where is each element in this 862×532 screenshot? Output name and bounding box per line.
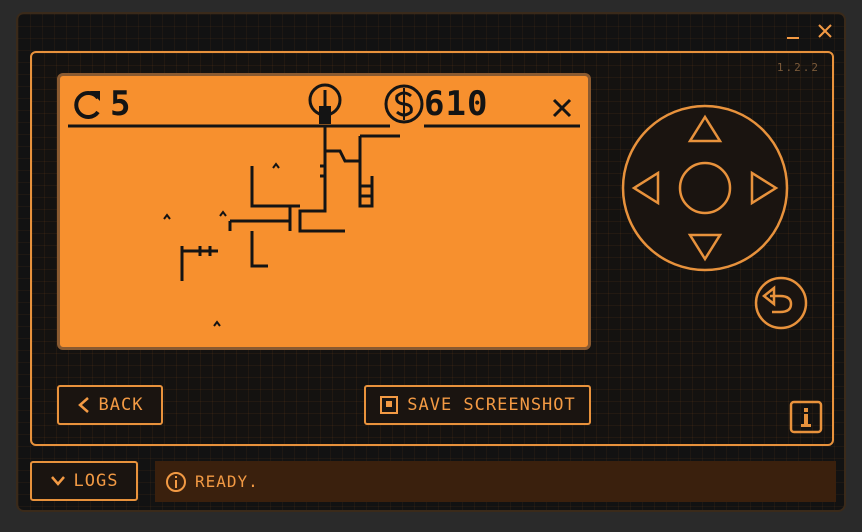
maze-map [68,106,580,327]
save-label: SAVE SCREENSHOT [407,395,576,415]
info-icon [166,471,186,492]
version-label: 1.2.2 [776,61,820,74]
status-bar: READY. [155,461,836,502]
app-window: 1.2.2 5 610 BACK SAVE SCREENSHOT LOGS RE… [16,12,846,512]
logs-button[interactable]: LOGS [30,461,138,501]
info-button[interactable] [789,400,823,434]
device-panel: 1.2.2 5 610 BACK SAVE SCREENSHOT [30,51,834,446]
dpad-control[interactable] [620,103,790,273]
close-icon [818,24,832,38]
close-window-button[interactable] [814,20,836,42]
chevron-left-icon [77,397,89,413]
status-text: READY. [195,472,259,491]
game-screen[interactable]: 5 610 [57,73,591,350]
logs-label: LOGS [73,471,119,491]
save-icon [380,396,399,414]
back-button[interactable]: BACK [57,385,163,425]
info-icon [789,400,823,434]
back-label: BACK [98,395,144,415]
minimize-icon [787,37,799,39]
chevron-down-icon [50,476,65,486]
save-screenshot-button[interactable]: SAVE SCREENSHOT [364,385,591,425]
undo-button[interactable] [754,276,808,330]
minimize-button[interactable] [782,20,804,42]
